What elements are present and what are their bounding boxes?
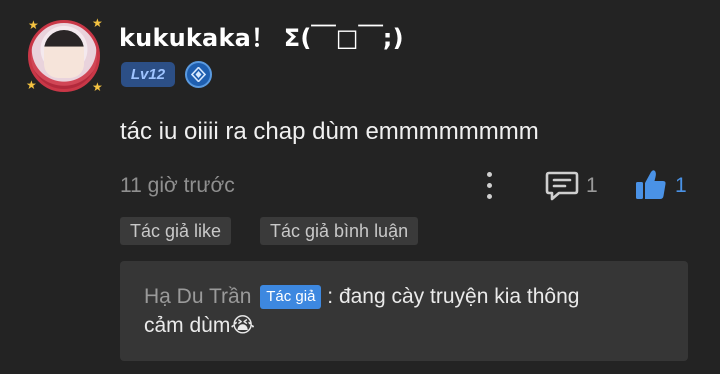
reply-text: : đang cày truyện kia thông	[327, 285, 580, 308]
diamond-rank-icon	[185, 61, 212, 88]
reply-text-continued: cảm dùm😭	[144, 314, 255, 337]
reply-line: Hạ Du Trần Tác giả : đang cày truyện kia…	[144, 285, 579, 309]
level-badge: Lv12	[121, 62, 175, 87]
star-decoration-icon: ★	[92, 80, 103, 94]
timestamp: 11 giờ trước	[120, 174, 235, 197]
avatar-image	[44, 30, 84, 78]
reply-count: 1	[586, 174, 598, 197]
author-badge: Tác giả	[260, 285, 322, 309]
thumbs-up-icon[interactable]	[634, 168, 668, 207]
vertical-dots-icon[interactable]	[476, 170, 504, 202]
author-reply[interactable]: Hạ Du Trần Tác giả : đang cày truyện kia…	[120, 261, 688, 361]
comment-card: ★ ★ ★ ★ kukukaka！ Σ(￣□￣;) Lv12 tác iu oi…	[0, 0, 720, 374]
star-decoration-icon: ★	[26, 78, 37, 92]
avatar[interactable]: ★ ★ ★ ★	[22, 14, 106, 98]
star-decoration-icon: ★	[28, 18, 39, 32]
comment-text: tác iu oiiii ra chap dùm emmmmmmmm	[120, 118, 539, 145]
author-replied-tag: Tác giả bình luận	[260, 217, 419, 245]
reply-author-name[interactable]: Hạ Du Trần	[144, 285, 251, 308]
star-decoration-icon: ★	[92, 16, 103, 30]
username[interactable]: kukukaka！ Σ(￣□￣;)	[119, 18, 404, 53]
comment-bubble-icon[interactable]	[545, 170, 579, 207]
like-count: 1	[675, 174, 687, 197]
author-liked-tag: Tác giả like	[120, 217, 232, 245]
